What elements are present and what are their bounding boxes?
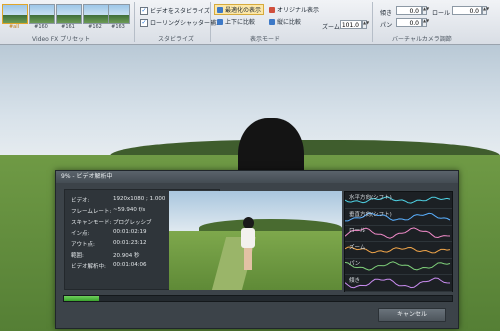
preview-girl-legs [244, 248, 252, 270]
motion-graph-row: 水平方向(シフト) [345, 192, 452, 209]
rolling-shutter-label: ローリングシャッター補正 [150, 20, 223, 27]
compare-side-button[interactable]: 縦に比較 [266, 16, 304, 27]
pan-spin-icon[interactable]: ▲▼ [422, 18, 429, 27]
info-label: フレームレート: [71, 209, 112, 215]
info-label: アウト点: [71, 242, 95, 248]
tilt-input[interactable]: 0.0 [396, 6, 422, 15]
presets-section-label: Video FX プリセット [32, 36, 91, 43]
preset-label: #161 [61, 24, 75, 30]
info-value: 20.904 秒 [113, 253, 140, 259]
video-preview [169, 191, 342, 290]
preview-girl-body [241, 228, 255, 248]
ribbon-separator [134, 2, 135, 42]
info-label: 範囲: [71, 253, 84, 259]
zoom-input[interactable]: 101.0 [340, 20, 362, 29]
zoom-label: ズーム [322, 24, 340, 31]
preset-thumb-160[interactable] [29, 4, 55, 24]
analysis-progress-bar [63, 295, 453, 302]
motion-graph-row: ズーム [345, 242, 452, 259]
pan-input[interactable]: 0.0 [396, 18, 422, 27]
stabilize-section-label: スタビライズ [158, 36, 194, 43]
ribbon-toolbar: #all #160 #161 #162 #163 Video FX プリセット … [0, 0, 500, 45]
zoom-spin-icon[interactable]: ▲▼ [362, 20, 369, 29]
motion-graph-row: 垂直方向(シフト) [345, 209, 452, 226]
video-analysis-dialog: 9% - ビデオ解析中 ビデオ: 1920x1080 ; 1.000 フレームレ… [55, 170, 459, 329]
stabilize-checkbox[interactable]: ✓ ビデオをスタビライズ [140, 6, 210, 15]
view-mode-section-label: 表示モード [250, 36, 281, 43]
motion-graph-label: 水平方向(シフト) [349, 195, 392, 201]
preset-thumb-all[interactable] [2, 4, 28, 24]
analysis-progress-fill [64, 296, 99, 301]
preset-label: #all [8, 24, 20, 30]
info-value: 00:01:02:19 [113, 229, 147, 235]
motion-graph-label: パン [349, 261, 361, 267]
optimized-view-label: 最適化の表示 [225, 7, 262, 14]
motion-graph-line [345, 261, 451, 271]
preset-thumb-163[interactable] [108, 4, 130, 24]
motion-graph-label: 垂直方向(シフト) [349, 211, 392, 218]
compare-vertical-icon [217, 18, 223, 25]
motion-graph-line [345, 276, 451, 288]
tilt-spin-icon[interactable]: ▲▼ [422, 6, 429, 15]
info-value: 1920x1080 ; 1.000 [113, 196, 166, 202]
preset-label: #160 [34, 24, 48, 30]
motion-graph-row: 傾き [345, 275, 452, 292]
compare-vertical-button[interactable]: 上下に比較 [214, 16, 258, 27]
compare-side-icon [269, 18, 275, 25]
info-label: ビデオ解析中: [71, 264, 106, 270]
pan-label: パン [380, 22, 393, 29]
cancel-button[interactable]: キャンセル [378, 308, 446, 322]
checkbox-check-icon: ✓ [140, 18, 148, 27]
checkbox-check-icon: ✓ [140, 6, 148, 15]
optimized-view-icon [217, 6, 223, 13]
ribbon-separator [372, 2, 373, 42]
motion-graphs-panel: 水平方向(シフト) 垂直方向(シフト) ロールズームパン傾き [344, 191, 453, 292]
preview-girl [236, 217, 260, 275]
virtual-camera-section-label: バーチャルカメラ調節 [392, 36, 452, 43]
motion-graph-label: 傾き [349, 277, 361, 284]
preset-thumb-161[interactable] [56, 4, 82, 24]
preset-label: #163 [111, 24, 125, 30]
info-label: イン点: [71, 231, 90, 237]
compare-vertical-label: 上下に比較 [225, 19, 256, 26]
ribbon-separator [210, 2, 211, 42]
info-value: プログレッシブ [113, 220, 152, 226]
roll-spin-icon[interactable]: ▲▼ [482, 6, 489, 15]
info-label: スキャンモード: [71, 220, 112, 226]
info-value: 00:01:23:12 [113, 240, 147, 246]
motion-graph-label: ロール [349, 228, 366, 234]
stabilize-label: ビデオをスタビライズ [150, 8, 210, 15]
original-view-label: オリジナル表示 [277, 7, 320, 14]
original-view-button[interactable]: オリジナル表示 [266, 4, 322, 15]
motion-graph-row: ロール [345, 225, 452, 242]
motion-graph-label: ズーム [349, 244, 366, 251]
info-value: 00:01:04:06 [113, 262, 147, 268]
tilt-label: 傾き [380, 10, 393, 17]
optimized-view-button[interactable]: 最適化の表示 [214, 4, 265, 15]
preset-thumb-162[interactable] [83, 4, 109, 24]
roll-input[interactable]: 0.0 [452, 6, 482, 15]
roll-label: ロール [432, 10, 451, 17]
dialog-title: 9% - ビデオ解析中 [56, 171, 458, 183]
motion-graph-row: パン [345, 258, 452, 275]
original-view-icon [269, 6, 275, 13]
compare-side-label: 縦に比較 [277, 19, 302, 26]
info-label: ビデオ: [71, 198, 90, 204]
info-value: ~59.940 f/s [113, 207, 146, 213]
